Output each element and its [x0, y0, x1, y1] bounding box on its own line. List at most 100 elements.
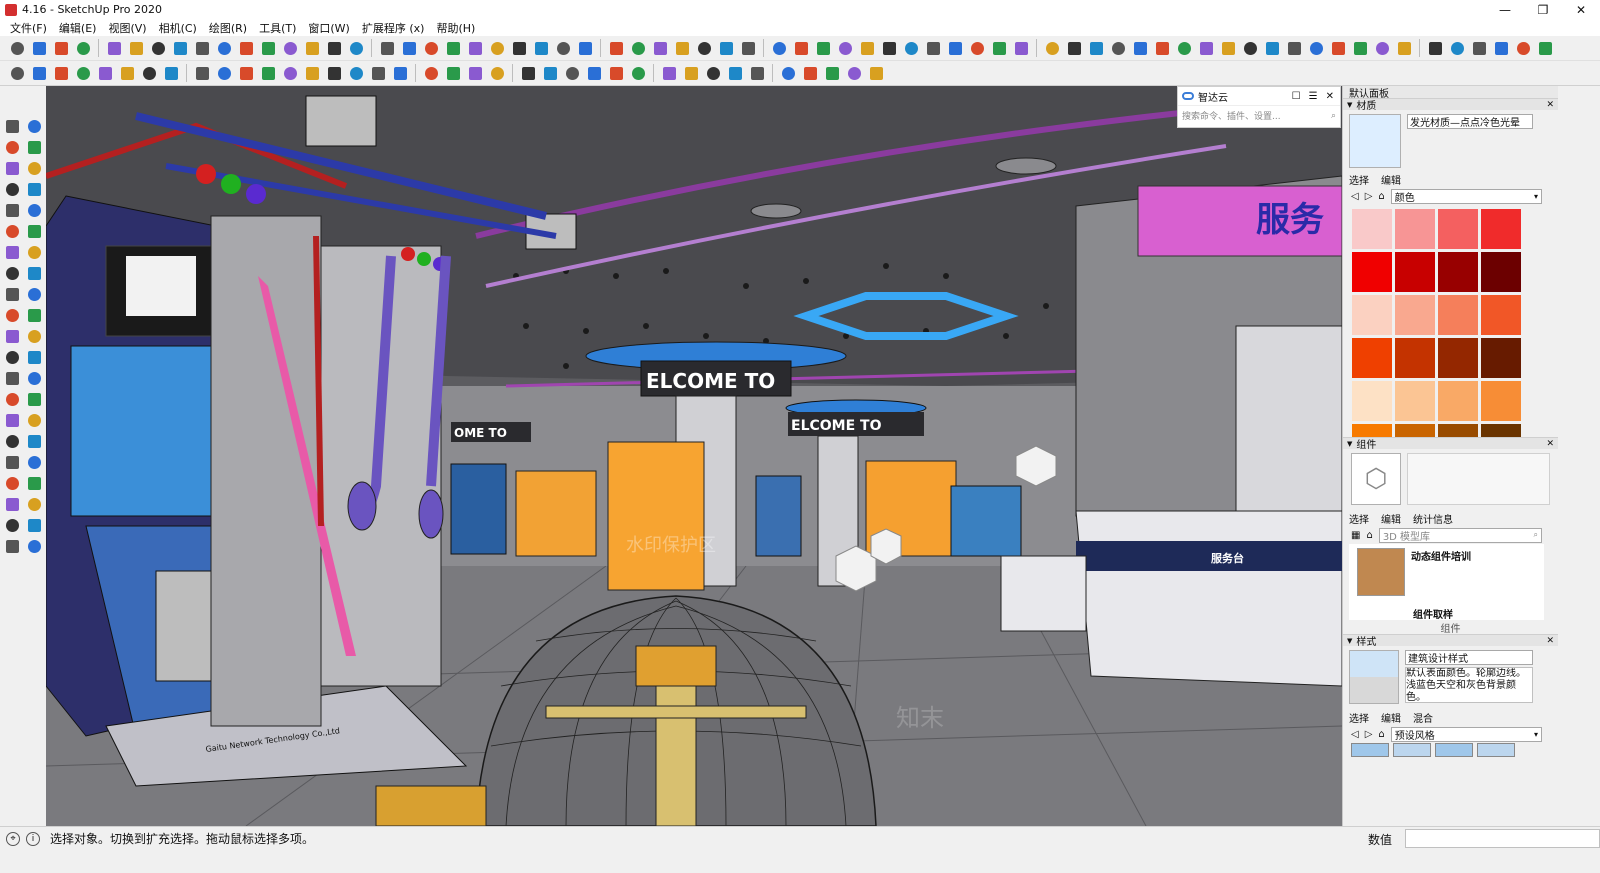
tool-icon[interactable]: [1175, 39, 1193, 57]
list-item[interactable]: 组件取样: [1349, 606, 1544, 621]
color-swatch[interactable]: [1395, 424, 1435, 437]
tool-icon[interactable]: [968, 39, 986, 57]
tool-icon[interactable]: [1043, 39, 1061, 57]
tool-icon[interactable]: [281, 39, 299, 57]
menu-help[interactable]: 帮助(H): [430, 20, 481, 36]
tool-icon[interactable]: [585, 64, 603, 82]
tool-icon[interactable]: [25, 475, 43, 493]
tool-icon[interactable]: [3, 433, 21, 451]
menu-file[interactable]: 文件(F): [4, 20, 53, 36]
list-item[interactable]: 动态组件培训: [1349, 544, 1544, 606]
tool-icon[interactable]: [563, 64, 581, 82]
tool-icon[interactable]: [858, 39, 876, 57]
tool-icon[interactable]: [369, 64, 387, 82]
search-icon[interactable]: ⌕: [1331, 111, 1336, 121]
tool-icon[interactable]: [1426, 39, 1444, 57]
tool-icon[interactable]: [422, 64, 440, 82]
color-swatch[interactable]: [1481, 209, 1521, 249]
tool-icon[interactable]: [3, 223, 21, 241]
color-swatch[interactable]: [1438, 209, 1478, 249]
tool-icon[interactable]: [1351, 39, 1369, 57]
tool-icon[interactable]: [1219, 39, 1237, 57]
tool-icon[interactable]: [25, 538, 43, 556]
tool-icon[interactable]: [3, 160, 21, 178]
tool-icon[interactable]: [444, 64, 462, 82]
tool-icon[interactable]: [25, 328, 43, 346]
tool-icon[interactable]: [1131, 39, 1149, 57]
tool-icon[interactable]: [25, 391, 43, 409]
view-options-icon[interactable]: ▦: [1351, 530, 1360, 541]
forward-arrow-icon[interactable]: ▷: [1365, 191, 1373, 202]
tool-icon[interactable]: [695, 39, 713, 57]
tool-icon[interactable]: [3, 454, 21, 472]
menu-tools[interactable]: 工具(T): [253, 20, 302, 36]
tool-icon[interactable]: [607, 64, 625, 82]
tool-icon[interactable]: [717, 39, 735, 57]
menu-camera[interactable]: 相机(C): [153, 20, 203, 36]
style-library-select[interactable]: 预设风格 ▾: [1390, 726, 1542, 742]
tool-icon[interactable]: [3, 139, 21, 157]
tool-icon[interactable]: [422, 39, 440, 57]
tool-icon[interactable]: [466, 39, 484, 57]
tool-icon[interactable]: [25, 370, 43, 388]
tool-icon[interactable]: [1087, 39, 1105, 57]
tool-icon[interactable]: [823, 64, 841, 82]
close-icon[interactable]: ✕: [1546, 439, 1554, 449]
color-swatch[interactable]: [1438, 252, 1478, 292]
tool-icon[interactable]: [770, 39, 788, 57]
tool-icon[interactable]: [25, 202, 43, 220]
geolocation-icon[interactable]: ⌖: [6, 831, 20, 846]
tool-icon[interactable]: [1263, 39, 1281, 57]
drawing-viewport[interactable]: ELCOME TO ELCOME TO OME TO Gaitu Network…: [46, 86, 1342, 826]
tool-icon[interactable]: [607, 39, 625, 57]
tab-statistics[interactable]: 统计信息: [1413, 511, 1453, 526]
color-swatch[interactable]: [1395, 209, 1435, 249]
tab-select[interactable]: 选择: [1349, 172, 1369, 187]
tool-icon[interactable]: [162, 64, 180, 82]
tool-icon[interactable]: [488, 39, 506, 57]
menu-view[interactable]: 视图(V): [102, 20, 152, 36]
color-swatch[interactable]: [1438, 381, 1478, 421]
menu-window[interactable]: 窗口(W): [302, 20, 355, 36]
tool-icon[interactable]: [880, 39, 898, 57]
tool-icon[interactable]: [3, 412, 21, 430]
tool-icon[interactable]: [25, 244, 43, 262]
close-icon[interactable]: ✕: [1546, 100, 1554, 110]
tool-icon[interactable]: [391, 64, 409, 82]
home-icon[interactable]: ⌂: [1366, 530, 1372, 541]
tool-icon[interactable]: [25, 160, 43, 178]
style-thumbnail[interactable]: [1477, 743, 1515, 757]
tool-icon[interactable]: [74, 64, 92, 82]
tool-icon[interactable]: [1329, 39, 1347, 57]
tool-icon[interactable]: [25, 433, 43, 451]
material-name-field[interactable]: 发光材质—点点冷色光晕: [1407, 114, 1533, 129]
tool-icon[interactable]: [704, 64, 722, 82]
tool-icon[interactable]: [946, 39, 964, 57]
tool-icon[interactable]: [127, 39, 145, 57]
tool-icon[interactable]: [215, 39, 233, 57]
color-swatch[interactable]: [1352, 381, 1392, 421]
tool-icon[interactable]: [52, 64, 70, 82]
tool-icon[interactable]: [3, 496, 21, 514]
tool-icon[interactable]: [541, 64, 559, 82]
tool-icon[interactable]: [673, 39, 691, 57]
menu-extensions[interactable]: 扩展程序 (x): [356, 20, 431, 36]
tab-select[interactable]: 选择: [1349, 710, 1369, 725]
tool-icon[interactable]: [25, 223, 43, 241]
tool-icon[interactable]: [52, 39, 70, 57]
tool-icon[interactable]: [193, 64, 211, 82]
panel-menu-icon[interactable]: ☰: [1309, 91, 1318, 102]
tool-icon[interactable]: [347, 39, 365, 57]
tool-icon[interactable]: [25, 139, 43, 157]
tool-icon[interactable]: [25, 412, 43, 430]
tool-icon[interactable]: [1492, 39, 1510, 57]
tool-icon[interactable]: [325, 39, 343, 57]
home-icon[interactable]: ⌂: [1378, 191, 1384, 202]
measurements-input[interactable]: [1405, 829, 1600, 848]
tool-icon[interactable]: [259, 39, 277, 57]
info-icon[interactable]: i: [26, 831, 40, 846]
tool-icon[interactable]: [1065, 39, 1083, 57]
tool-icon[interactable]: [25, 349, 43, 367]
color-swatch[interactable]: [1352, 252, 1392, 292]
tool-icon[interactable]: [651, 39, 669, 57]
